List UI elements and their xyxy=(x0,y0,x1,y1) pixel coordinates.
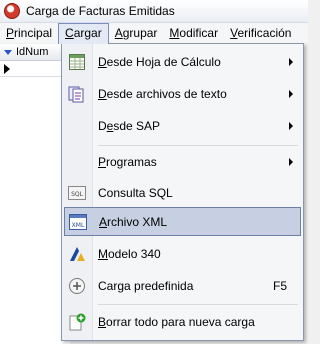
row-pointer-icon xyxy=(4,64,10,74)
add-circle-icon xyxy=(68,277,86,295)
table-row[interactable] xyxy=(0,61,70,77)
cargar-dropdown-menu: Desde Hoja de Cálculo Desde archivos de … xyxy=(61,43,304,341)
menu-cargar[interactable]: Cargar xyxy=(58,22,109,44)
menu-verificacion[interactable]: Verificación xyxy=(224,23,297,43)
menu-item-label: Consulta SQL xyxy=(98,186,173,200)
data-grid[interactable]: IdNum xyxy=(0,44,70,344)
app-logo-icon xyxy=(4,3,20,19)
label-part: esde archivos de texto xyxy=(106,87,227,101)
menu-item-archivo-xml[interactable]: XML Archivo XML xyxy=(64,207,301,236)
label-mnemonic: M xyxy=(98,247,108,261)
submenu-arrow-icon xyxy=(289,122,293,130)
modelo-340-icon xyxy=(68,245,86,263)
label-mnemonic: D xyxy=(98,55,107,69)
menu-item-carga-predefinida[interactable]: Carga predefinida F5 xyxy=(64,272,301,300)
menu-cargar-label: Cargar xyxy=(65,25,102,40)
menu-item-label: Desde archivos de texto xyxy=(98,87,227,101)
new-document-icon xyxy=(68,313,86,331)
menu-agrupar-label: Agrupar xyxy=(114,26,158,40)
submenu-arrow-icon xyxy=(289,58,293,66)
menu-separator xyxy=(98,304,298,305)
title-bar: Carga de Facturas Emitidas xyxy=(0,0,308,23)
menu-item-consulta-sql[interactable]: SQL Consulta SQL xyxy=(64,179,301,207)
menu-item-label: Carga predefinida xyxy=(98,279,193,293)
label-part: Consulta SQL xyxy=(98,186,173,200)
label-mnemonic: A xyxy=(99,214,108,229)
menu-item-label: Programas xyxy=(98,155,157,169)
menu-item-label: Desde Hoja de Cálculo xyxy=(98,55,221,69)
menu-item-label: Archivo XML xyxy=(99,215,167,229)
label-part: D xyxy=(98,119,107,133)
xml-icon: XML xyxy=(69,213,87,231)
label-mnemonic: P xyxy=(98,155,107,169)
menu-agrupar[interactable]: Agrupar xyxy=(109,23,164,43)
menu-principal-label: Principal xyxy=(6,26,53,40)
menu-item-label: Borrar todo para nueva carga xyxy=(98,315,255,329)
menu-item-desde-hoja-calculo[interactable]: Desde Hoja de Cálculo xyxy=(64,48,301,76)
sql-icon: SQL xyxy=(68,184,86,202)
menu-bar: Principal Cargar Agrupar Modificar Verif… xyxy=(0,22,308,44)
spreadsheet-icon xyxy=(68,53,86,71)
menu-item-desde-archivos-texto[interactable]: Desde archivos de texto xyxy=(64,80,301,108)
menu-item-label: Modelo 340 xyxy=(98,247,161,261)
column-header-label: IdNum xyxy=(16,46,49,58)
menu-item-modelo-340[interactable]: Modelo 340 xyxy=(64,240,301,268)
label-part: rchivo XML xyxy=(107,214,168,229)
column-header-idnum[interactable]: IdNum xyxy=(0,44,70,61)
window-title: Carga de Facturas Emitidas xyxy=(26,4,175,18)
menu-item-label: Desde SAP xyxy=(98,119,160,133)
svg-text:SQL: SQL xyxy=(71,191,84,198)
label-mnemonic: D xyxy=(98,87,107,101)
shortcut-label: F5 xyxy=(272,279,287,293)
text-files-icon xyxy=(68,85,86,103)
label-part: odelo 340 xyxy=(108,247,161,261)
submenu-arrow-icon xyxy=(289,90,293,98)
menu-principal[interactable]: Principal xyxy=(0,23,58,43)
menu-separator xyxy=(98,145,298,146)
svg-text:XML: XML xyxy=(72,222,85,229)
menu-item-programas[interactable]: Programas xyxy=(64,148,301,176)
label-part: orrar todo para nueva carga xyxy=(106,315,255,329)
menu-modificar[interactable]: Modificar xyxy=(163,23,224,43)
label-part: Carga predefinida xyxy=(98,279,194,293)
menu-modificar-label: Modificar xyxy=(169,26,219,40)
menu-item-desde-sap[interactable]: Desde SAP xyxy=(64,112,301,140)
label-part: rogramas xyxy=(106,155,157,169)
sort-descending-icon xyxy=(4,49,12,55)
submenu-arrow-icon xyxy=(289,158,293,166)
label-mnemonic: B xyxy=(98,315,107,329)
label-part: esde Hoja de Cálculo xyxy=(106,55,221,69)
menu-item-borrar-todo[interactable]: Borrar todo para nueva carga xyxy=(64,308,301,336)
label-part: sde SAP xyxy=(113,119,161,133)
menu-verificacion-label: Verificación xyxy=(230,26,292,40)
